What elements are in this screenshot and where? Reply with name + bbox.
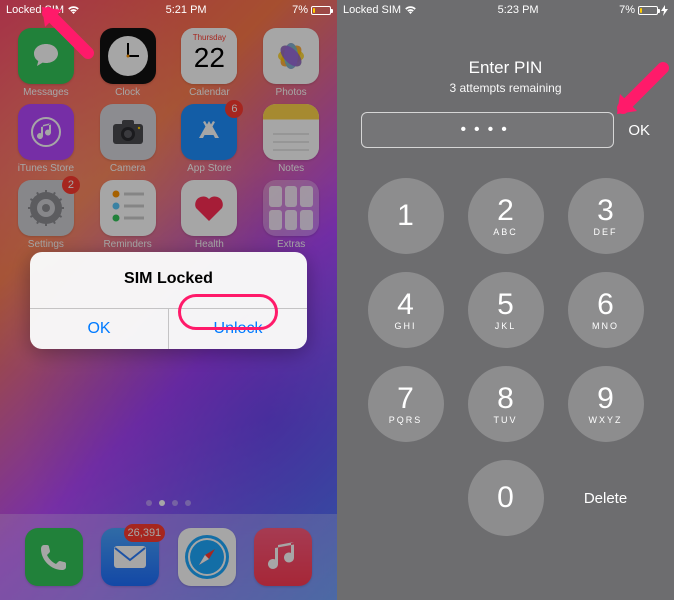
wifi-icon (404, 5, 417, 15)
pin-field[interactable]: •••• (361, 112, 614, 148)
key-letters: WXYZ (589, 415, 623, 425)
key-number: 0 (497, 483, 514, 513)
keypad-1[interactable]: 1 (368, 178, 444, 254)
key-letters: DEF (594, 227, 618, 237)
key-number: 9 (597, 384, 614, 414)
key-number: 2 (497, 196, 514, 226)
alert-ok-button[interactable]: OK (30, 309, 168, 349)
carrier-text: Locked SIM (6, 4, 64, 16)
key-number: 3 (597, 196, 614, 226)
key-number: 8 (497, 384, 514, 414)
phone-home-screen: Locked SIM 5:21 PM 7% MessagesClockThurs… (0, 0, 337, 600)
carrier-text: Locked SIM (343, 4, 401, 16)
alert-title: SIM Locked (30, 252, 307, 308)
key-number: 5 (497, 290, 514, 320)
keypad-7[interactable]: 7PQRS (368, 366, 444, 442)
pin-input-row: •••• OK (361, 112, 650, 148)
keypad-8[interactable]: 8TUV (468, 366, 544, 442)
keypad-delete[interactable]: Delete (568, 460, 644, 536)
battery-icon (311, 6, 331, 15)
status-bar: Locked SIM 5:23 PM 7% (337, 0, 674, 20)
charging-icon (661, 5, 668, 16)
keypad-9[interactable]: 9WXYZ (568, 366, 644, 442)
status-time: 5:23 PM (498, 4, 539, 16)
sim-locked-alert: SIM Locked OK Unlock (30, 252, 307, 349)
alert-unlock-button[interactable]: Unlock (168, 309, 307, 349)
key-number: 1 (397, 201, 414, 231)
key-number: 4 (397, 290, 414, 320)
key-letters: MNO (592, 321, 619, 331)
keypad-2[interactable]: 2ABC (468, 178, 544, 254)
battery-pct: 7% (292, 4, 308, 16)
key-letters: ABC (493, 227, 518, 237)
battery-pct: 7% (619, 4, 635, 16)
key-number: 7 (397, 384, 414, 414)
keypad: 1 2ABC 3DEF 4GHI 5JKL 6MNO 7PQRS 8TUV 9WXYZ 0 Dele… (337, 172, 674, 600)
key-letters: JKL (495, 321, 517, 331)
keypad-5[interactable]: 5JKL (468, 272, 544, 348)
pin-title: Enter PIN (337, 58, 674, 78)
battery-icon (638, 6, 658, 15)
keypad-4[interactable]: 4GHI (368, 272, 444, 348)
pin-ok-button[interactable]: OK (628, 122, 650, 139)
key-number: 6 (597, 290, 614, 320)
status-bar: Locked SIM 5:21 PM 7% (0, 0, 337, 20)
keypad-6[interactable]: 6MNO (568, 272, 644, 348)
phone-pin-screen: Locked SIM 5:23 PM 7% Enter PIN 3 attemp… (337, 0, 674, 600)
keypad-3[interactable]: 3DEF (568, 178, 644, 254)
status-time: 5:21 PM (166, 4, 207, 16)
pin-attempts: 3 attempts remaining (337, 81, 674, 95)
key-letters: PQRS (389, 415, 423, 425)
keypad-spacer (368, 460, 444, 536)
wifi-icon (67, 5, 80, 15)
pin-header: Enter PIN 3 attempts remaining (337, 58, 674, 95)
key-letters: GHI (394, 321, 416, 331)
key-letters: TUV (494, 415, 518, 425)
keypad-0[interactable]: 0 (468, 460, 544, 536)
